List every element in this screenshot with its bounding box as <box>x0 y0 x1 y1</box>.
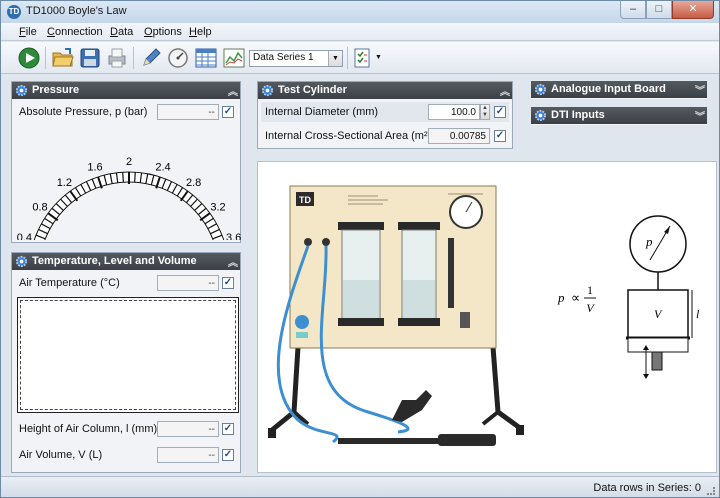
absolute-pressure-value: -- <box>157 104 219 120</box>
apparatus-diagram: TD p ∝ 1 V p V l <box>257 161 717 473</box>
air-temperature-value: -- <box>157 275 219 291</box>
apparatus-illustration: TD p ∝ 1 V p V l <box>268 185 700 446</box>
air-temperature-checkbox[interactable]: ✓ <box>222 277 234 289</box>
gauge-tick-label: 2.4 <box>155 161 170 173</box>
collapse-icon[interactable]: ︽ <box>228 254 238 269</box>
menu-help[interactable]: Help <box>189 26 212 38</box>
gauge-minor-tick <box>134 172 136 183</box>
test-cylinder-panel-header[interactable]: Test Cylinder ︽ <box>258 82 512 99</box>
temperature-panel-header[interactable]: Temperature, Level and Volume ︽ <box>12 253 240 270</box>
menu-file[interactable]: File <box>19 26 37 38</box>
analogue-input-header[interactable]: Analogue Input Board ︾ <box>531 81 707 98</box>
device-logo: TD <box>299 195 311 205</box>
gauge-tick-label: 2.8 <box>186 177 201 189</box>
menu-data[interactable]: Data <box>110 26 133 38</box>
gear-icon <box>534 109 547 122</box>
status-bar: Data rows in Series: 0 <box>1 476 719 497</box>
window-title: TD1000 Boyle's Law <box>26 5 127 17</box>
pressure-panel-header[interactable]: Pressure ︽ <box>12 82 240 99</box>
air-volume-label: Air Volume, V (L) <box>19 449 103 461</box>
height-label: Height of Air Column, l (mm) <box>19 423 158 435</box>
table-icon[interactable] <box>194 46 218 70</box>
gauge-tick-label: 1.2 <box>57 177 72 189</box>
expand-icon[interactable]: ︾ <box>695 82 705 97</box>
gear-icon <box>534 83 547 96</box>
report-icon[interactable] <box>351 46 375 70</box>
gauge-icon[interactable] <box>166 46 190 70</box>
save-icon[interactable] <box>78 46 102 70</box>
formula-p: p <box>557 290 565 305</box>
formula-numerator: 1 <box>587 283 593 297</box>
chart-icon[interactable] <box>222 46 246 70</box>
close-button[interactable]: ✕ <box>672 1 714 19</box>
cross-sectional-area-value: 0.00785 <box>428 128 490 144</box>
chevron-down-icon[interactable]: ▼ <box>328 51 342 66</box>
gauge-tick-label: 0.4 <box>17 232 32 240</box>
pencil-icon[interactable] <box>139 46 163 70</box>
app-icon: TD <box>7 5 21 19</box>
maximize-button[interactable]: □ <box>646 1 672 19</box>
gear-icon <box>15 255 28 268</box>
gauge-tick-label: 3.6 <box>226 232 241 240</box>
internal-diameter-checkbox[interactable]: ✓ <box>494 106 506 118</box>
test-cylinder-panel: Test Cylinder ︽ Internal Diameter (mm) 1… <box>257 81 513 149</box>
cross-sectional-area-checkbox[interactable]: ✓ <box>494 130 506 142</box>
gear-icon <box>15 84 28 97</box>
open-folder-icon[interactable] <box>51 46 75 70</box>
resize-grip-icon[interactable] <box>707 487 715 495</box>
formula-denominator: V <box>586 301 595 315</box>
data-rows-status: Data rows in Series: 0 <box>593 482 701 494</box>
report-dropdown-icon[interactable]: ▼ <box>375 54 382 61</box>
formula-proportional: ∝ <box>571 290 580 305</box>
minimize-button[interactable]: – <box>620 1 646 19</box>
analogue-input-panel: Analogue Input Board ︾ <box>531 81 707 99</box>
menu-options[interactable]: Options <box>144 26 182 38</box>
menu-connection[interactable]: Connection <box>47 26 103 38</box>
gauge-tick-label: 0.8 <box>32 201 47 213</box>
dti-inputs-panel: DTI Inputs ︾ <box>531 107 707 125</box>
diameter-spinner[interactable]: ▲ ▼ <box>480 104 490 120</box>
collapse-icon[interactable]: ︽ <box>228 83 238 98</box>
data-series-select[interactable]: Data Series 1 ▼ <box>249 50 343 67</box>
pressure-panel: Pressure ︽ Absolute Pressure, p (bar) --… <box>11 81 241 243</box>
schematic-p: p <box>645 234 653 249</box>
cross-sectional-area-label: Internal Cross-Sectional Area (m²) <box>265 130 432 142</box>
menu-bar: File Connection Data Options Help <box>1 23 719 41</box>
gauge-arc <box>44 181 214 240</box>
gauge-minor-tick <box>122 172 124 183</box>
app-window: TD TD1000 Boyle's Law – □ ✕ File Connect… <box>0 0 720 498</box>
play-icon[interactable] <box>17 46 41 70</box>
gauge-tick-label: 1.6 <box>87 161 102 173</box>
pressure-gauge: 00.40.81.21.622.42.83.23.64 <box>17 156 241 240</box>
title-bar: TD TD1000 Boyle's Law – □ ✕ <box>1 1 719 23</box>
air-volume-value: -- <box>157 447 219 463</box>
dti-inputs-header[interactable]: DTI Inputs ︾ <box>531 107 707 124</box>
air-temperature-label: Air Temperature (°C) <box>19 277 120 289</box>
print-icon[interactable] <box>105 46 129 70</box>
toolbar: Data Series 1 ▼ ▼ <box>1 42 719 74</box>
absolute-pressure-checkbox[interactable]: ✓ <box>222 106 234 118</box>
gear-icon <box>261 84 274 97</box>
height-value: -- <box>157 421 219 437</box>
expand-icon[interactable]: ︾ <box>695 108 705 123</box>
height-checkbox[interactable]: ✓ <box>222 423 234 435</box>
collapse-icon[interactable]: ︽ <box>500 83 510 98</box>
schematic-l: l <box>696 307 700 321</box>
gauge-tick-label: 2 <box>126 156 132 168</box>
absolute-pressure-label: Absolute Pressure, p (bar) <box>19 106 148 118</box>
air-volume-checkbox[interactable]: ✓ <box>222 449 234 461</box>
internal-diameter-label: Internal Diameter (mm) <box>265 106 379 118</box>
internal-diameter-input[interactable]: 100.0 <box>428 104 480 120</box>
temperature-graph <box>17 297 239 413</box>
gauge-tick-label: 3.2 <box>210 201 225 213</box>
